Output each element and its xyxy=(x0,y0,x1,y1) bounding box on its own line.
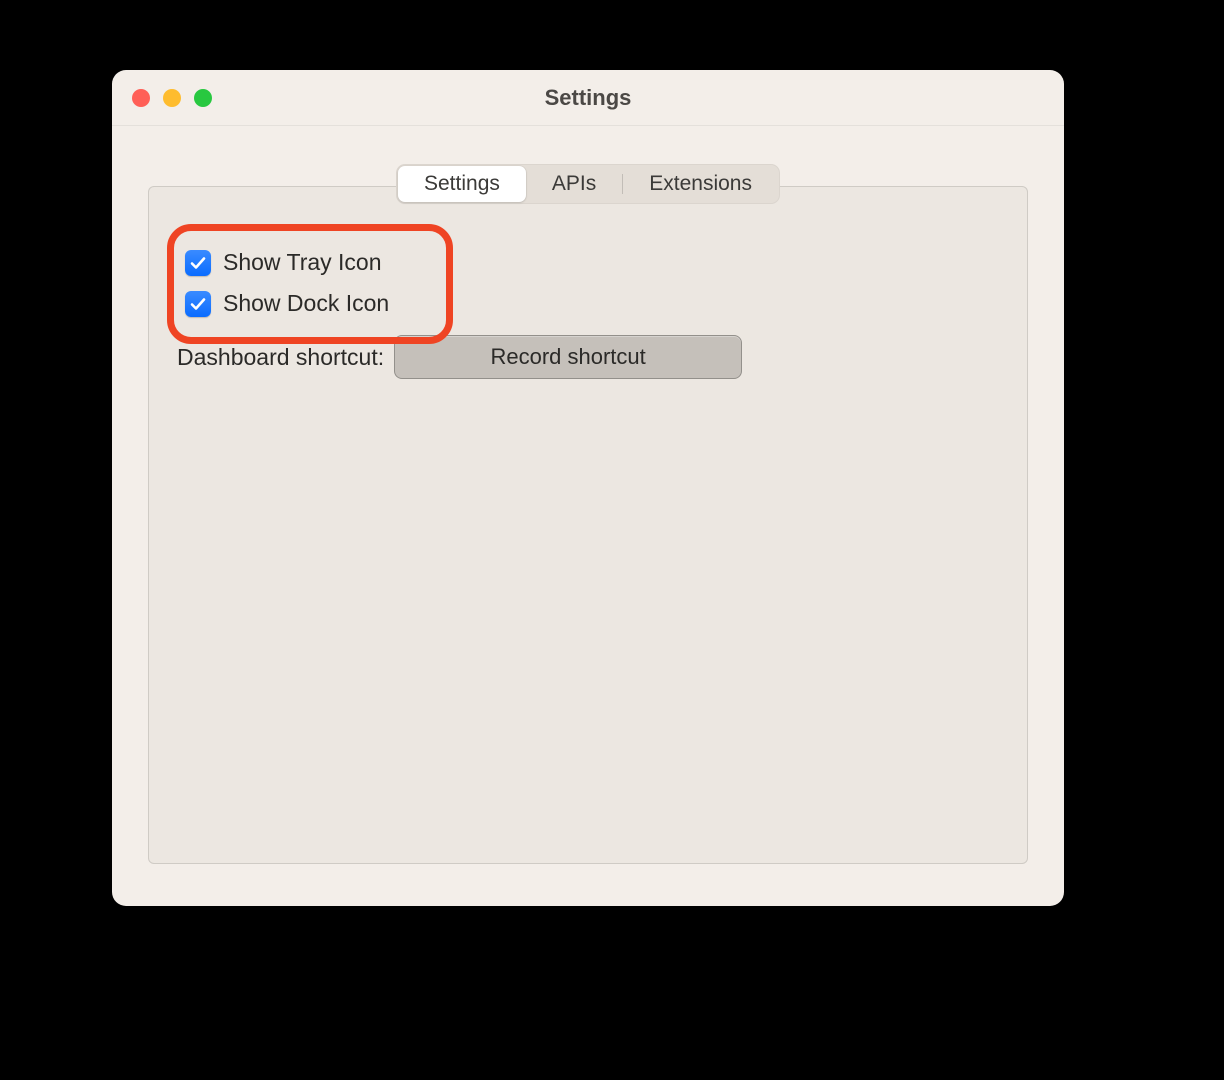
tab-extensions[interactable]: Extensions xyxy=(623,166,778,202)
settings-panel: Show Tray Icon Show Dock Icon Dashboard … xyxy=(148,186,1028,864)
close-icon[interactable] xyxy=(132,89,150,107)
tab-apis[interactable]: APIs xyxy=(526,166,622,202)
record-shortcut-button[interactable]: Record shortcut xyxy=(394,335,742,379)
settings-window: Settings Settings APIs Extensions Show T… xyxy=(112,70,1064,906)
show-dock-icon-checkbox[interactable] xyxy=(185,291,211,317)
window-controls xyxy=(132,89,212,107)
titlebar: Settings xyxy=(112,70,1064,126)
checkmark-icon xyxy=(189,254,207,272)
show-dock-icon-label[interactable]: Show Dock Icon xyxy=(223,290,389,317)
show-tray-icon-checkbox[interactable] xyxy=(185,250,211,276)
checkmark-icon xyxy=(189,295,207,313)
tab-settings[interactable]: Settings xyxy=(398,166,526,202)
dashboard-shortcut-row: Dashboard shortcut: Record shortcut xyxy=(171,335,1005,379)
show-tray-icon-row: Show Tray Icon xyxy=(171,249,1005,276)
window-title: Settings xyxy=(112,85,1064,111)
show-tray-icon-label[interactable]: Show Tray Icon xyxy=(223,249,382,276)
minimize-icon[interactable] xyxy=(163,89,181,107)
tab-group: Settings APIs Extensions xyxy=(396,164,780,204)
show-dock-icon-row: Show Dock Icon xyxy=(171,290,1005,317)
maximize-icon[interactable] xyxy=(194,89,212,107)
dashboard-shortcut-label: Dashboard shortcut: xyxy=(177,344,384,371)
tab-strip: Settings APIs Extensions xyxy=(112,164,1064,204)
